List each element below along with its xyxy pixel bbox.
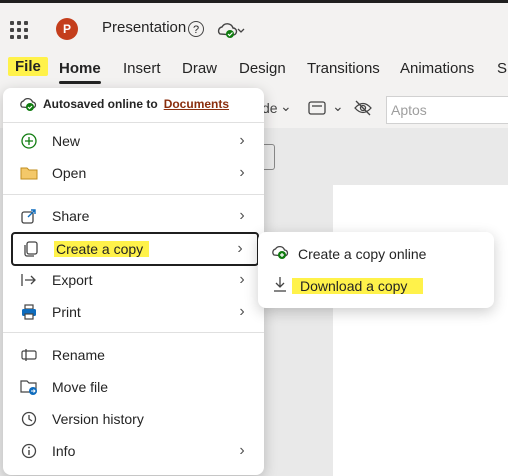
menu-item-info[interactable]: Info › — [11, 436, 259, 466]
folder-icon — [19, 163, 39, 183]
chevron-down-icon[interactable]: ⌄ — [280, 98, 292, 115]
menu-item-move-file[interactable]: Move file — [11, 372, 259, 402]
layout-icon[interactable] — [308, 101, 326, 115]
tab-home[interactable]: Home — [59, 60, 101, 84]
divider — [3, 332, 264, 333]
menu-item-create-copy[interactable]: Create a copy › — [11, 232, 259, 266]
move-folder-icon — [19, 377, 39, 397]
powerpoint-logo-icon: P — [56, 18, 78, 40]
menu-item-new[interactable]: New › — [11, 126, 259, 156]
copy-icon — [21, 239, 41, 259]
download-icon — [270, 276, 290, 296]
tab-insert[interactable]: Insert — [123, 60, 161, 77]
tab-file[interactable]: File — [8, 57, 48, 76]
create-copy-submenu: Create a copy online Download a copy — [258, 232, 494, 308]
menu-item-label: Export — [52, 272, 93, 288]
share-icon — [19, 206, 39, 226]
chevron-right-icon: › — [239, 164, 245, 181]
cloud-add-icon — [270, 244, 290, 264]
menu-item-label: Rename — [52, 347, 105, 363]
info-icon — [19, 441, 39, 461]
submenu-item-create-copy-online[interactable]: Create a copy online — [270, 240, 490, 268]
chevron-right-icon: › — [239, 207, 245, 224]
menu-item-label: Move file — [52, 379, 109, 395]
menu-item-label: Version history — [52, 411, 144, 427]
chevron-right-icon: › — [239, 132, 245, 149]
chevron-right-icon: › — [237, 240, 243, 257]
divider — [3, 194, 264, 195]
menu-item-label: Open — [52, 165, 87, 181]
submenu-item-label: Create a copy online — [298, 246, 427, 262]
export-icon — [19, 270, 39, 290]
printer-icon — [19, 302, 39, 322]
toolbar-partial-label[interactable]: de — [262, 100, 278, 116]
tab-draw[interactable]: Draw — [182, 60, 217, 77]
clock-icon — [19, 409, 39, 429]
tab-transitions[interactable]: Transitions — [307, 60, 380, 77]
chevron-right-icon: › — [239, 442, 245, 459]
menu-item-open[interactable]: Open › — [11, 158, 259, 188]
chevron-right-icon: › — [239, 271, 245, 288]
menu-item-label: Print — [52, 304, 81, 320]
submenu-item-download-copy[interactable]: Download a copy — [270, 272, 490, 300]
divider — [3, 122, 264, 123]
file-menu: Autosaved online to Documents New › Open… — [3, 88, 264, 475]
autosave-text: Autosaved online to — [43, 97, 158, 111]
documents-link[interactable]: Documents — [164, 97, 229, 111]
menu-item-label: Share — [52, 208, 90, 224]
tab-animations[interactable]: Animations — [400, 60, 474, 77]
menu-item-version-history[interactable]: Version history — [11, 404, 259, 434]
menu-item-label: New — [52, 133, 81, 149]
app-launcher-icon[interactable] — [10, 21, 28, 39]
cloud-sync-icon[interactable] — [216, 20, 246, 40]
menu-item-rename[interactable]: Rename — [11, 340, 259, 370]
menu-item-print[interactable]: Print › — [11, 297, 259, 327]
rename-icon — [19, 345, 39, 365]
plus-circle-icon — [19, 131, 39, 151]
hide-eye-icon[interactable] — [354, 100, 372, 116]
title-bar: P Presentation ? — [0, 0, 508, 56]
font-name-input[interactable]: Aptos — [386, 96, 508, 124]
menu-item-export[interactable]: Export › — [11, 265, 259, 295]
menu-item-share[interactable]: Share › — [11, 201, 259, 231]
document-title[interactable]: Presentation — [102, 19, 186, 36]
tab-design[interactable]: Design — [239, 60, 286, 77]
chevron-right-icon: › — [239, 303, 245, 320]
cloud-check-icon — [20, 97, 37, 111]
tab-slideshow[interactable]: Sl — [497, 60, 508, 77]
slide[interactable] — [333, 185, 508, 476]
menu-item-label: Info — [52, 443, 76, 459]
autosave-status: Autosaved online to Documents — [19, 96, 229, 112]
shield-icon[interactable]: ? — [188, 21, 204, 37]
submenu-item-label: Download a copy — [292, 278, 424, 294]
menu-item-label: Create a copy — [54, 241, 150, 257]
ribbon-tabs: File Home Insert Draw Design Transitions… — [0, 56, 508, 86]
chevron-down-icon[interactable]: ⌄ — [332, 98, 344, 115]
